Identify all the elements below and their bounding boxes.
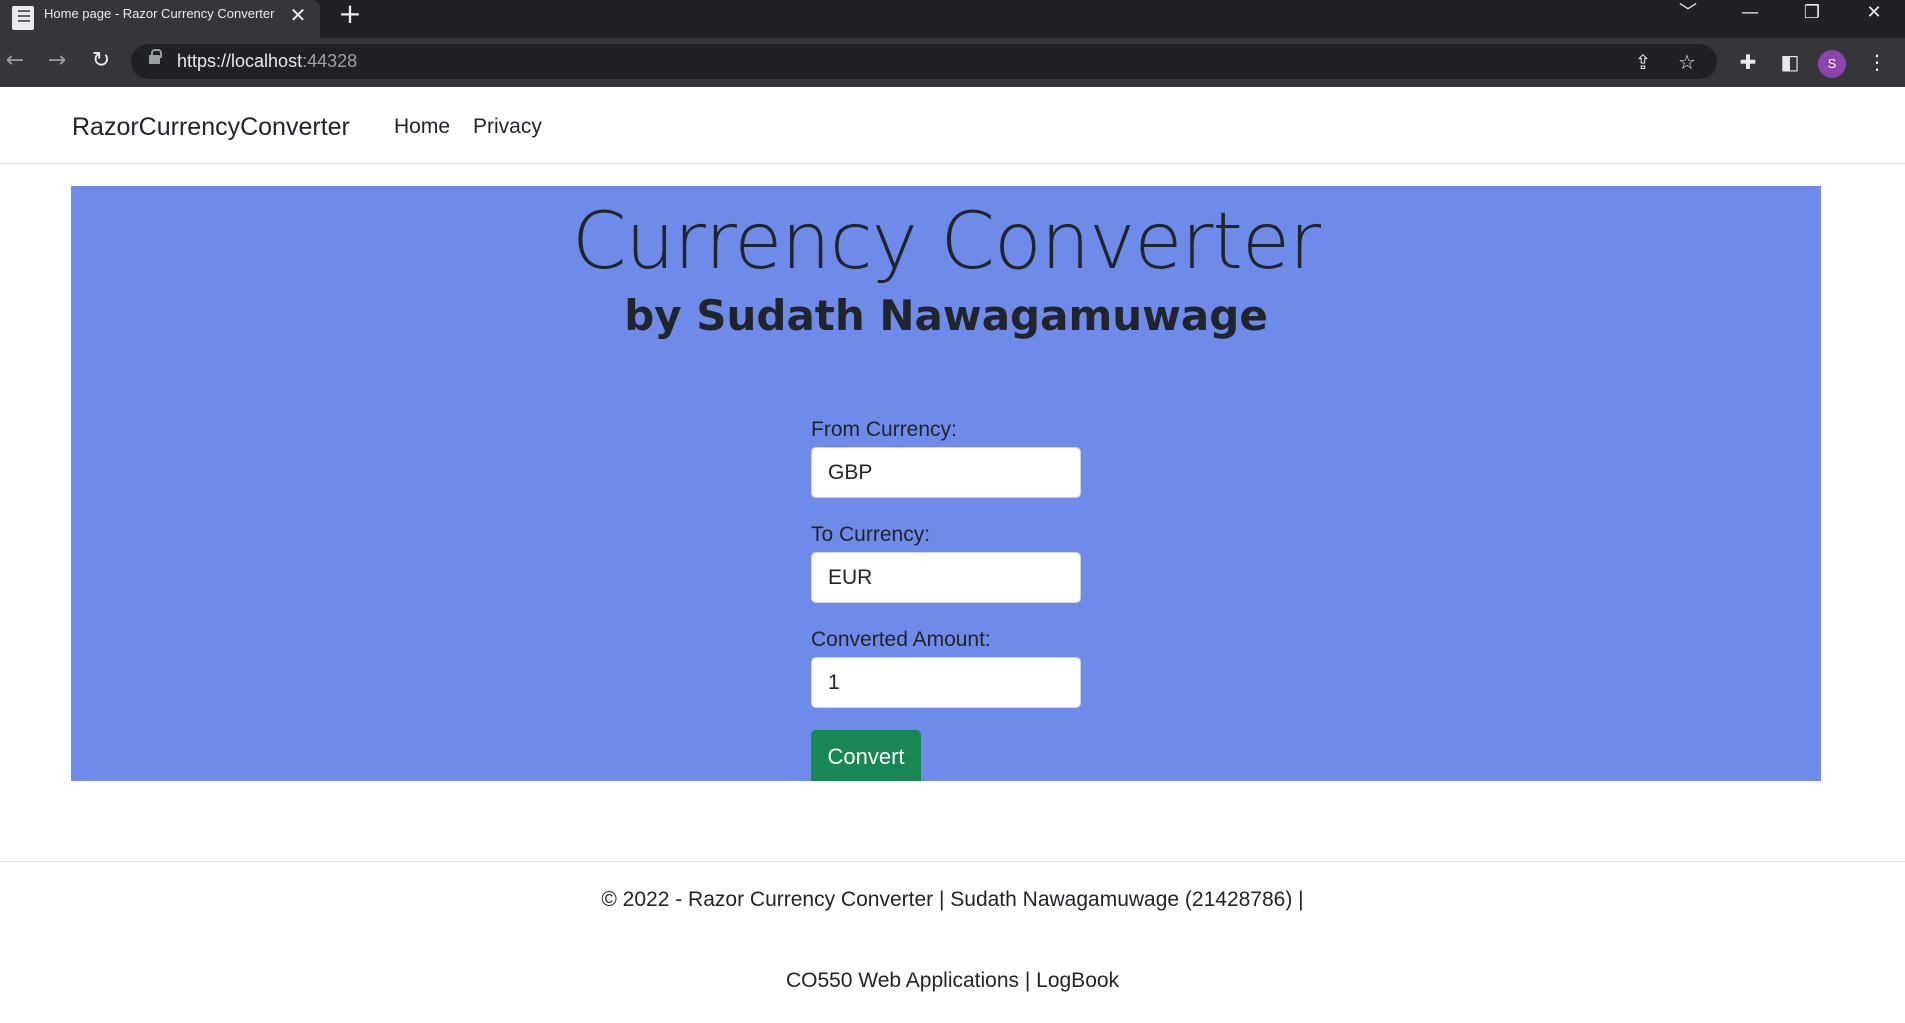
address-bar[interactable]: https://localhost:44328 ⇪ ☆	[131, 44, 1717, 79]
minimize-icon[interactable]: —	[1728, 0, 1772, 26]
to-currency-input[interactable]: EUR	[811, 552, 1081, 603]
reload-icon[interactable]: ↻	[86, 46, 116, 76]
browser-titlebar: Home page - Razor Currency Converter ✕ +…	[0, 0, 1905, 38]
tab-search-icon[interactable]: ﹀	[1666, 0, 1710, 26]
browser-toolbar: ← → ↻ https://localhost:44328 ⇪ ☆ ✚ ◧ S …	[0, 38, 1905, 87]
close-tab-icon[interactable]: ✕	[286, 3, 310, 27]
page-subtitle: by Sudath Nawagamuwage	[624, 291, 1268, 340]
converted-amount-label: Converted Amount:	[811, 628, 991, 651]
page-favicon-icon	[12, 6, 34, 30]
tab-title: Home page - Razor Currency Converter	[44, 6, 275, 21]
converted-amount-input[interactable]: 1	[811, 657, 1081, 708]
site-footer: © 2022 - Razor Currency Converter | Suda…	[0, 861, 1905, 1023]
window-close-icon[interactable]: ✕	[1852, 0, 1896, 26]
share-icon[interactable]: ⇪	[1629, 48, 1657, 76]
browser-tab[interactable]: Home page - Razor Currency Converter ✕	[0, 0, 320, 38]
profile-avatar[interactable]: S	[1818, 50, 1846, 78]
footer-course: CO550 Web Applications | LogBook	[785, 969, 1120, 992]
bookmark-star-icon[interactable]: ☆	[1673, 48, 1701, 76]
nav-link-home[interactable]: Home	[394, 87, 450, 164]
brand-link[interactable]: RazorCurrencyConverter	[72, 87, 350, 164]
new-tab-icon[interactable]: +	[336, 0, 364, 28]
site-navbar: RazorCurrencyConverter Home Privacy	[0, 87, 1905, 164]
lock-icon	[149, 49, 162, 64]
restore-icon[interactable]: ❐	[1790, 0, 1834, 26]
from-currency-label: From Currency:	[811, 418, 957, 441]
to-currency-label: To Currency:	[811, 523, 931, 546]
extensions-icon[interactable]: ✚	[1733, 47, 1763, 77]
forward-icon[interactable]: →	[42, 46, 72, 76]
from-currency-input[interactable]: GBP	[811, 447, 1081, 498]
page-title: Currency Converter	[571, 197, 1321, 287]
converter-panel: Currency Converter by Sudath Nawagamuwag…	[71, 186, 1821, 781]
menu-kebab-icon[interactable]: ⋮	[1862, 47, 1892, 77]
back-icon[interactable]: ←	[0, 46, 30, 76]
url-text[interactable]: https://localhost:44328	[177, 44, 357, 79]
footer-copyright: © 2022 - Razor Currency Converter | Suda…	[601, 888, 1304, 911]
nav-link-privacy[interactable]: Privacy	[473, 87, 542, 164]
side-panel-icon[interactable]: ◧	[1775, 47, 1805, 77]
convert-button[interactable]: Convert	[811, 730, 921, 781]
